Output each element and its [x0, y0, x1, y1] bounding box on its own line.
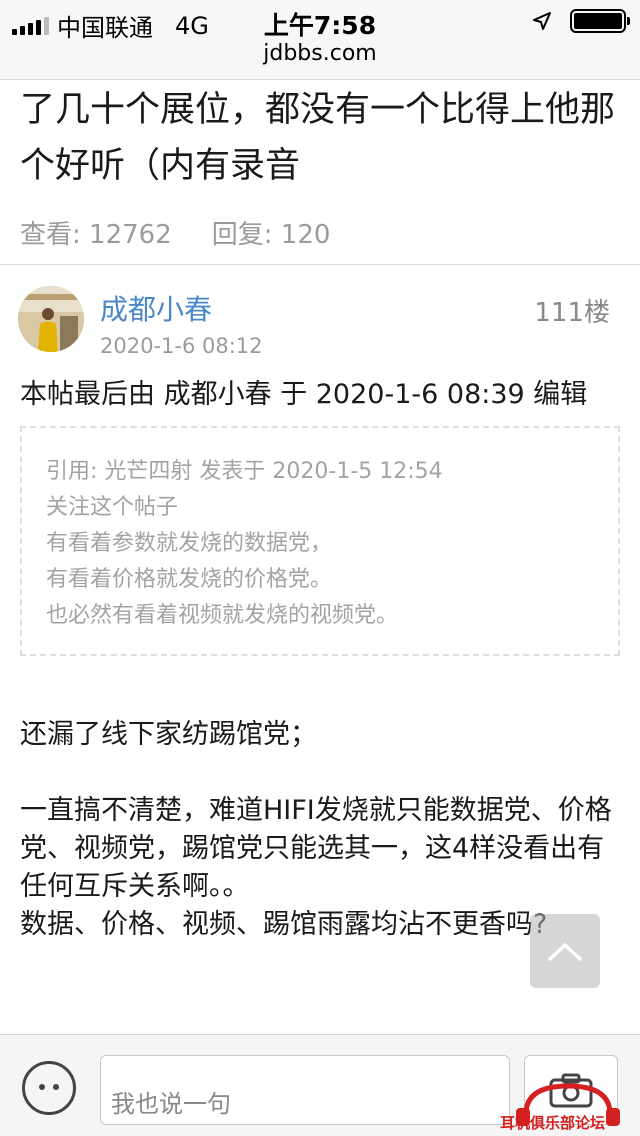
chevron-up-icon [548, 943, 582, 961]
avatar[interactable] [18, 286, 84, 352]
reply-input[interactable] [100, 1055, 510, 1125]
battery-icon [570, 9, 630, 33]
thread-stats: 查看: 12762 回复: 120 [20, 214, 330, 251]
location-arrow-icon [533, 12, 551, 30]
post-paragraph: 还漏了线下家纺踢馆党； [20, 719, 317, 750]
post-author[interactable]: 成都小春 [100, 288, 212, 328]
floor-number: 111楼 [534, 298, 610, 328]
watermark-text: 耳机俱乐部论坛 [500, 1114, 606, 1132]
views-count: 查看: 12762 [20, 220, 172, 250]
post-time: 2020-1-6 08:12 [100, 334, 263, 358]
scroll-to-top-button[interactable] [530, 914, 600, 988]
quote-block: 引用: 光芒四射 发表于 2020-1-5 12:54 关注这个帖子 有看着参数… [20, 426, 620, 656]
quote-line: 关注这个帖子 [46, 495, 179, 520]
url-bar[interactable]: jdbbs.com [0, 40, 640, 80]
quote-line: 有看着参数就发烧的数据党， [46, 531, 333, 556]
edit-note: 本帖最后由 成都小春 于 2020-1-6 08:39 编辑 [20, 379, 588, 410]
replies-count: 回复: 120 [211, 220, 331, 250]
quote-line: 有看着价格就发烧的价格党。 [46, 567, 333, 592]
avatar-image [18, 286, 84, 352]
post-paragraph: 一直搞不清楚，难道HIFI发烧就只能数据党、价格党、视频党，踢馆党只能选其一，这… [20, 795, 612, 902]
status-right [532, 9, 630, 33]
thread-title: 了几十个展位，都没有一个比得上他那个好听（内有录音 [20, 90, 616, 186]
status-bar: 中国联通 4G 上午7:58 [0, 0, 640, 42]
divider [0, 264, 640, 265]
smiley-icon[interactable] [22, 1061, 76, 1115]
quote-line: 也必然有看着视频就发烧的视频党。 [46, 603, 399, 628]
post-body: 还漏了线下家纺踢馆党； 一直搞不清楚，难道HIFI发烧就只能数据党、价格党、视频… [20, 716, 620, 944]
quote-header: 引用: 光芒四射 发表于 2020-1-5 12:54 [46, 459, 443, 484]
